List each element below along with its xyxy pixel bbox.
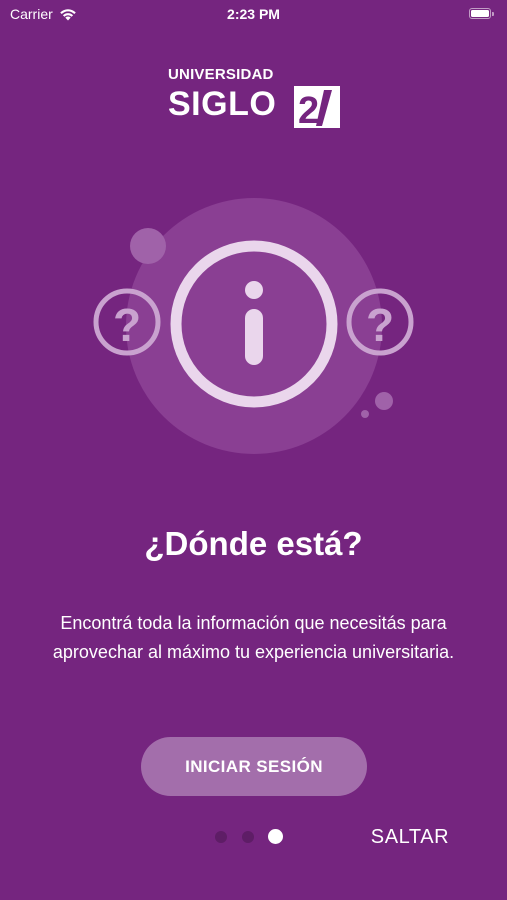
svg-text:?: ? xyxy=(366,299,394,351)
svg-text:?: ? xyxy=(113,299,141,351)
page-dot-2[interactable] xyxy=(242,831,254,843)
onboarding-screen: Carrier 2:23 PM UNIVERSIDAD SIGLO 2 ? ? … xyxy=(0,0,507,900)
login-button[interactable]: INICIAR SESIÓN xyxy=(141,737,367,796)
page-dot-3-active[interactable] xyxy=(268,829,283,844)
bubble-right-large xyxy=(375,392,393,410)
skip-button[interactable]: SALTAR xyxy=(360,822,460,852)
page-dot-1[interactable] xyxy=(215,831,227,843)
logo-21-badge: 2 xyxy=(294,86,340,128)
logo-university-text: UNIVERSIDAD xyxy=(168,66,274,83)
slide-description: Encontrá toda la información que necesit… xyxy=(52,613,455,662)
battery-icon xyxy=(469,7,495,20)
logo-siglo-text: SIGLO xyxy=(168,85,277,123)
bubble-right-small xyxy=(361,410,369,418)
bubble-top-left xyxy=(130,228,166,264)
slide-title: ¿Dónde está? xyxy=(144,525,363,562)
page-indicator xyxy=(213,829,293,845)
university-logo: UNIVERSIDAD SIGLO 2 xyxy=(168,66,343,132)
status-time: 2:23 PM xyxy=(227,6,280,22)
status-bar: Carrier 2:23 PM xyxy=(0,0,507,28)
info-illustration: ? ? xyxy=(93,198,414,454)
svg-text:2: 2 xyxy=(298,90,319,128)
